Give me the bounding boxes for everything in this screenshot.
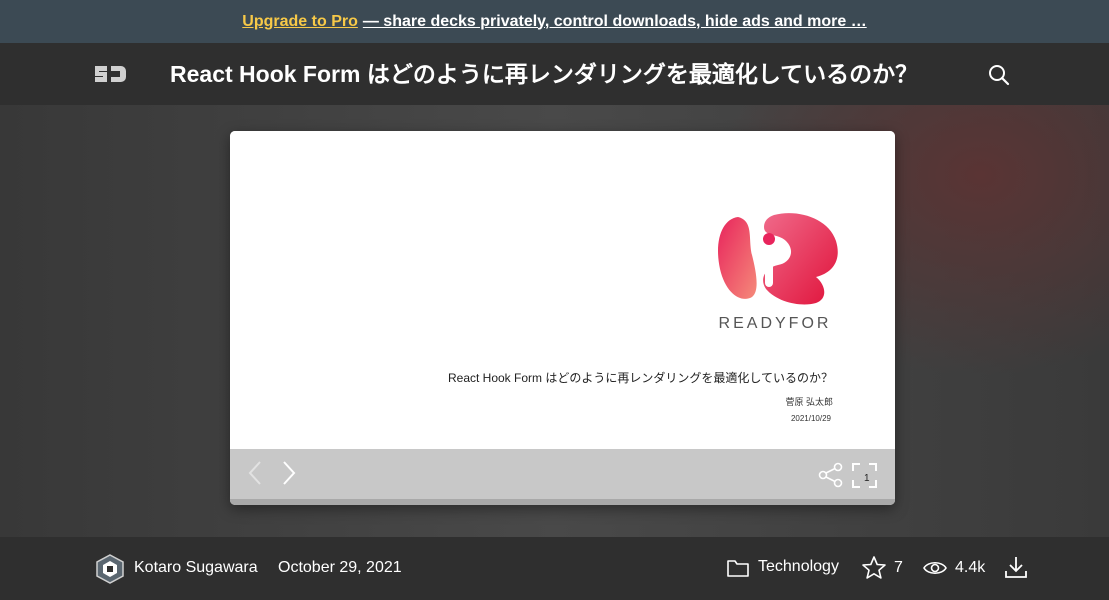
slide-author: 菅原 弘太郎: [785, 397, 833, 407]
publish-date: October 29, 2021: [278, 559, 402, 576]
download-icon[interactable]: [1003, 554, 1029, 580]
presentation-stage: READYFOR React Hook Form はどのように再レンダリングを最…: [0, 105, 1109, 537]
avatar[interactable]: [96, 554, 124, 584]
promo-text-link[interactable]: — share decks privately, control downloa…: [363, 13, 867, 31]
slide-controls: 1: [230, 449, 895, 499]
star-count: 7: [894, 559, 903, 576]
slide-brand: READYFOR: [718, 315, 832, 332]
speakerdeck-logo-icon[interactable]: [92, 62, 128, 86]
search-icon[interactable]: [987, 63, 1011, 87]
chevron-left-icon[interactable]: [246, 459, 266, 487]
view-count: 4.4k: [955, 559, 986, 576]
readyfor-logo-icon: [718, 213, 838, 305]
header: React Hook Form はどのように再レンダリングを最適化しているのか？: [0, 43, 1109, 105]
share-icon[interactable]: [818, 462, 844, 488]
slide-date: 2021/10/29: [790, 414, 831, 423]
star-icon[interactable]: [861, 555, 887, 581]
slide-progress-bar[interactable]: [230, 499, 895, 505]
page-number: 1: [864, 473, 870, 484]
slide-title: React Hook Form はどのように再レンダリングを最適化しているのか？: [447, 371, 833, 385]
eye-icon: [923, 561, 947, 575]
promo-bar: Upgrade to Pro — share decks privately, …: [0, 0, 1109, 43]
deck-info-bar: Kotaro Sugawara October 29, 2021 Technol…: [0, 537, 1109, 600]
slide-viewer[interactable]: READYFOR React Hook Form はどのように再レンダリングを最…: [230, 131, 895, 505]
folder-icon: [727, 560, 749, 577]
upgrade-link[interactable]: Upgrade to Pro: [242, 13, 358, 31]
page-title: React Hook Form はどのように再レンダリングを最適化しているのか？: [170, 61, 919, 87]
author-link[interactable]: Kotaro Sugawara: [134, 559, 258, 577]
slide[interactable]: READYFOR React Hook Form はどのように再レンダリングを最…: [230, 131, 895, 449]
chevron-right-icon[interactable]: [278, 459, 298, 487]
category-link[interactable]: Technology: [758, 558, 839, 576]
